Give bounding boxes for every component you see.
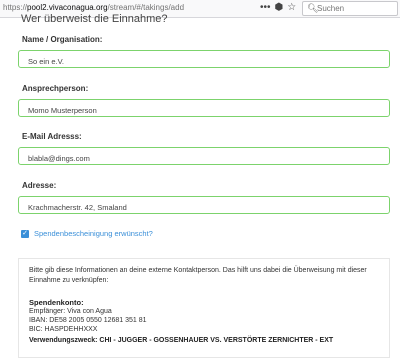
email-label: E-Mail Adresss: (22, 132, 82, 141)
url-path: /stream/#/takings/add (107, 3, 185, 12)
contact-person-label: Ansprechperson: (22, 84, 89, 93)
email-input[interactable] (19, 150, 389, 167)
receipt-checkbox-row[interactable]: ✓ Spendenbescheinigung erwünscht? (21, 229, 153, 238)
url-prefix: https:// (3, 3, 28, 12)
name-label: Name / Organisation: (22, 35, 103, 44)
receipt-checkbox[interactable]: ✓ (21, 229, 29, 238)
account-title: Spendenkonto: (29, 298, 84, 307)
transfer-info-box: Bitte gib diese Informationen an deine e… (18, 258, 390, 358)
account-iban: IBAN: DE58 2005 0550 12681 351 81 (29, 317, 147, 324)
account-bic: BIC: HASPDEHHXXX (29, 326, 98, 333)
url-host: pool2.vivaconagua.org (27, 3, 108, 12)
info-text: Bitte gib diese Informationen an deine e… (29, 267, 367, 284)
page-title: Wer überweist die Einnahme? (21, 13, 168, 25)
address-input[interactable] (19, 199, 389, 216)
email-field[interactable] (18, 147, 390, 167)
pocket-icon[interactable]: ⬢ (275, 2, 284, 14)
address-bar[interactable]: https://pool2.vivaconagua.org/stream/#/t… (3, 3, 184, 12)
bookmark-star-icon[interactable]: ☆ (287, 2, 296, 14)
account-recipient: Empfänger: Viva con Agua (29, 308, 112, 315)
name-input[interactable] (19, 53, 389, 70)
address-label: Adresse: (22, 181, 57, 190)
contact-person-field[interactable] (18, 99, 390, 119)
payment-purpose: Verwendungszweck: CHI - JUGGER - GOSSENH… (29, 337, 333, 344)
contact-person-input[interactable] (19, 102, 389, 119)
browser-search-box[interactable]: 🔍︎ (302, 1, 398, 16)
purpose-label: Verwendungszweck: (29, 337, 98, 344)
more-icon[interactable]: ••• (260, 2, 271, 14)
url-actions: ••• ⬢ ☆ (260, 2, 296, 14)
address-field[interactable] (18, 196, 390, 216)
browser-search-input[interactable] (317, 3, 395, 14)
name-field[interactable] (18, 50, 390, 70)
purpose-value: CHI - JUGGER - GOSSENHAUER VS. VERSTÖRTE… (99, 337, 334, 344)
receipt-checkbox-label[interactable]: Spendenbescheinigung erwünscht? (34, 229, 153, 238)
